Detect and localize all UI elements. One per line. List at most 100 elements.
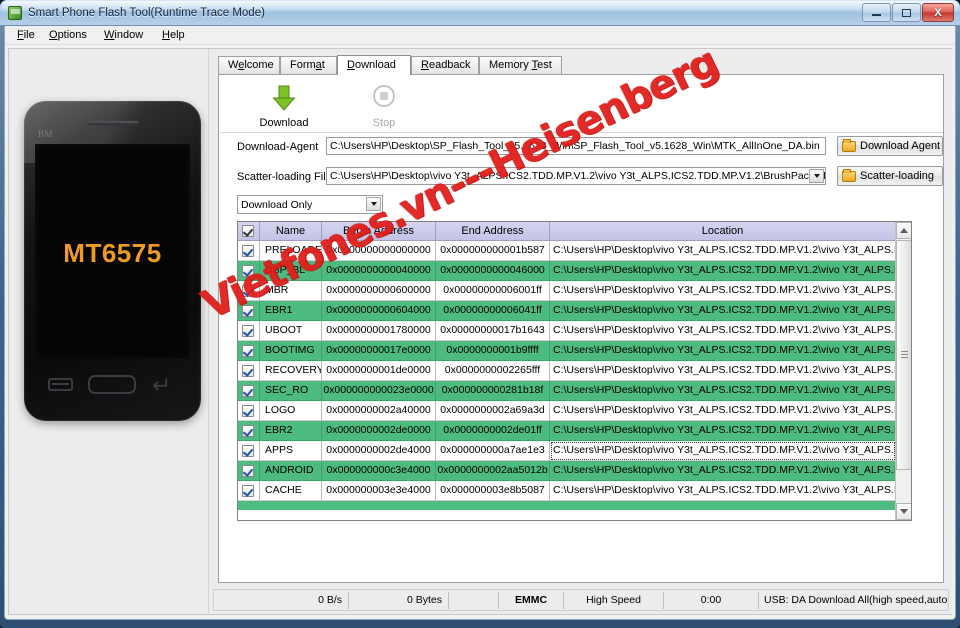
table-row[interactable]: RECOVERY 0x0000000001de0000 0x000000000226… (238, 361, 896, 381)
row-location: C:\Users\HP\Desktop\vivo Y3t_ALPS.ICS2.T… (550, 241, 896, 261)
tab-memory-test[interactable]: Memory Test (479, 56, 562, 74)
row-end-address: 0x0000000002265fff (436, 361, 550, 381)
row-checkbox[interactable] (242, 465, 254, 477)
table-row[interactable]: UBOOT 0x0000000001780000 0x00000000017b164… (238, 321, 896, 341)
table-row[interactable]: LOGO 0x0000000002a40000 0x0000000002a69a3d… (238, 401, 896, 421)
table-row[interactable]: EBR1 0x0000000000604000 0x00000000006041ff… (238, 301, 896, 321)
table-row[interactable]: EBR2 0x0000000002de0000 0x0000000002de01ff… (238, 421, 896, 441)
table-row[interactable]: PRELOADER0x00000000000000000x00000000000… (238, 241, 896, 261)
row-checkbox[interactable] (242, 305, 254, 317)
table-row[interactable]: BOOTIMG 0x00000000017e0000 0x0000000001b9f… (238, 341, 896, 361)
row-checkbox-cell[interactable] (238, 361, 260, 381)
row-checkbox-cell[interactable] (238, 441, 260, 461)
status-elapsed: 0:00 (664, 592, 759, 609)
row-end-address: 0x00000000006041ff (436, 301, 550, 321)
scatter-loading-input[interactable]: C:\Users\HP\Desktop\vivo Y3t_ALPS.ICS2.T… (326, 167, 826, 185)
row-checkbox[interactable] (242, 405, 254, 417)
table-row[interactable]: DSP_BL 0x0000000000040000 0x00000000000460… (238, 261, 896, 281)
row-end-address: 0x0000000002de01ff (436, 421, 550, 441)
download-agent-input[interactable]: C:\Users\HP\Desktop\SP_Flash_Tool_v5.162… (326, 137, 826, 155)
close-button[interactable]: X (922, 3, 954, 22)
table-header-row: Name Begin Address End Address Location (238, 222, 896, 241)
row-checkbox[interactable] (242, 245, 254, 257)
header-end-address[interactable]: End Address (436, 222, 550, 241)
table-row[interactable]: MBR 0x0000000000600000 0x00000000006001ff C… (238, 281, 896, 301)
table-row-partial[interactable] (238, 501, 896, 510)
row-checkbox[interactable] (242, 445, 254, 457)
row-begin-address: 0x000000003e3e4000 (322, 481, 436, 501)
row-name: RECOVERY (260, 361, 322, 381)
row-checkbox[interactable] (242, 485, 254, 497)
stop-button-label: Stop (372, 117, 396, 129)
download-mode-select[interactable]: Download Only (237, 195, 383, 214)
main-panel: Welcome Format Download Readback Memory … (210, 49, 952, 614)
menu-bar: File Options Window Help (5, 26, 955, 45)
row-checkbox[interactable] (242, 285, 254, 297)
row-checkbox-cell[interactable] (238, 321, 260, 341)
maximize-button[interactable] (892, 3, 921, 22)
row-checkbox[interactable] (242, 265, 254, 277)
row-begin-address: 0x000000000023e0000 (322, 381, 436, 401)
row-checkbox-cell[interactable] (238, 301, 260, 321)
row-name: EBR2 (260, 421, 322, 441)
table-row[interactable]: SEC_RO 0x000000000023e0000 0x000000000281b… (238, 381, 896, 401)
tab-readback[interactable]: Readback (411, 56, 479, 74)
select-all-checkbox[interactable] (242, 225, 254, 237)
scatter-loading-browse-button[interactable]: Scatter-loading (837, 166, 943, 186)
row-begin-address: 0x0000000001de0000 (322, 361, 436, 381)
table-scrollbar[interactable] (895, 222, 911, 520)
status-speed: 0 B/s (214, 592, 349, 609)
minimize-button[interactable] (862, 3, 891, 22)
tab-welcome[interactable]: Welcome (218, 56, 280, 74)
row-checkbox-cell[interactable] (238, 381, 260, 401)
row-name: DSP_BL (260, 261, 322, 281)
menu-file[interactable]: File (11, 28, 41, 43)
scatter-loading-label: Scatter-loading File (237, 171, 332, 183)
row-location: C:\Users\HP\Desktop\vivo Y3t_ALPS.ICS2.T… (550, 281, 896, 301)
scroll-up-button[interactable] (896, 222, 911, 239)
row-begin-address: 0x0000000001780000 (322, 321, 436, 341)
row-name: PRELOADER (260, 241, 322, 261)
tab-format[interactable]: Format (280, 56, 337, 74)
row-checkbox[interactable] (242, 345, 254, 357)
row-begin-address: 0x0000000000604000 (322, 301, 436, 321)
download-agent-browse-button[interactable]: Download Agent (837, 136, 943, 156)
table-row[interactable]: ANDROID 0x000000000c3e4000 0x0000000002aa5… (238, 461, 896, 481)
row-checkbox-cell[interactable] (238, 481, 260, 501)
table-row[interactable]: APPS 0x0000000002de4000 0x000000000a7ae1e3… (238, 441, 896, 461)
phone-brand-label: BM (38, 129, 54, 139)
row-checkbox-cell[interactable] (238, 281, 260, 301)
header-location[interactable]: Location (550, 222, 896, 241)
status-usb-speed: High Speed (564, 592, 664, 609)
table-row[interactable]: CACHE 0x000000003e3e4000 0x000000003e8b508… (238, 481, 896, 501)
menu-options[interactable]: Options (43, 28, 93, 43)
chevron-down-icon[interactable] (366, 197, 381, 211)
row-checkbox-cell[interactable] (238, 241, 260, 261)
phone-speaker-icon (87, 121, 139, 125)
chevron-down-icon[interactable] (809, 169, 824, 183)
row-checkbox-cell[interactable] (238, 421, 260, 441)
scrollbar-thumb[interactable] (896, 240, 911, 470)
row-checkbox-cell[interactable] (238, 461, 260, 481)
row-checkbox[interactable] (242, 325, 254, 337)
row-checkbox[interactable] (242, 425, 254, 437)
menu-help[interactable]: Help (156, 28, 191, 43)
select-all-header[interactable] (238, 222, 260, 241)
row-name: EBR1 (260, 301, 322, 321)
download-button[interactable]: Download (245, 82, 323, 130)
row-location: C:\Users\HP\Desktop\vivo Y3t_ALPS.ICS2.T… (550, 441, 896, 461)
scroll-down-button[interactable] (896, 503, 911, 520)
tab-download[interactable]: Download (337, 55, 411, 75)
header-name[interactable]: Name (260, 222, 322, 241)
row-checkbox-cell[interactable] (238, 401, 260, 421)
row-end-address: 0x0000000001b9ffff (436, 341, 550, 361)
menu-window[interactable]: Window (98, 28, 149, 43)
header-begin-address[interactable]: Begin Address (322, 222, 436, 241)
download-button-label: Download (259, 117, 309, 129)
title-bar[interactable]: Smart Phone Flash Tool(Runtime Trace Mod… (0, 0, 960, 26)
row-checkbox-cell[interactable] (238, 261, 260, 281)
row-checkbox[interactable] (242, 365, 254, 377)
partition-table[interactable]: Name Begin Address End Address Location … (237, 221, 912, 521)
row-checkbox-cell[interactable] (238, 341, 260, 361)
row-checkbox[interactable] (242, 385, 254, 397)
